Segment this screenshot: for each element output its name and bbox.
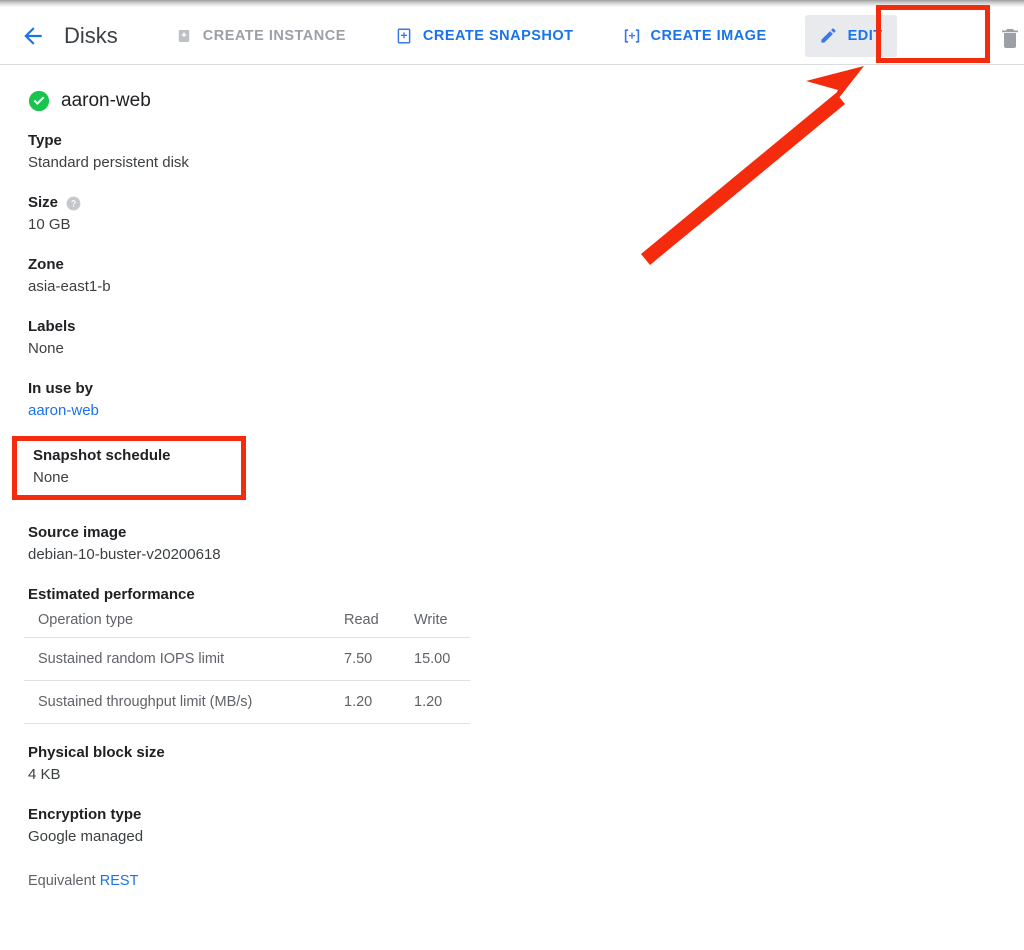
field-zone: Zone asia-east1-b: [28, 254, 1024, 298]
create-snapshot-icon: [394, 26, 414, 46]
field-size-label-text: Size: [28, 194, 59, 211]
field-labels-value: None: [28, 340, 64, 357]
field-snapshot-schedule: Snapshot schedule None: [12, 436, 246, 500]
field-zone-value: asia-east1-b: [28, 278, 111, 295]
field-encryption-type-value: Google managed: [28, 828, 144, 845]
field-physical-block-size: Physical block size 4 KB: [28, 742, 1024, 786]
field-in-use-by-label: In use by: [28, 380, 94, 397]
col-operation-type: Operation type: [24, 612, 334, 638]
create-snapshot-button[interactable]: CREATE SNAPSHOT: [384, 16, 584, 56]
field-type-label: Type: [28, 132, 62, 149]
toolbar-actions: CREATE INSTANCE CREATE SNAPSHOT CREATE I…: [164, 7, 1024, 64]
cell-operation: Sustained throughput limit (MB/s): [24, 680, 334, 724]
pencil-icon: [819, 26, 839, 46]
create-image-button[interactable]: CREATE IMAGE: [612, 16, 777, 56]
back-button[interactable]: [10, 13, 56, 59]
disk-header: aaron-web: [28, 90, 1024, 112]
field-zone-label: Zone: [28, 256, 64, 273]
col-read: Read: [334, 612, 404, 638]
field-type-value: Standard persistent disk: [28, 154, 189, 171]
field-type: Type Standard persistent disk: [28, 130, 1024, 174]
field-snapshot-schedule-label: Snapshot schedule: [33, 447, 171, 464]
field-source-image: Source image debian-10-buster-v20200618: [28, 522, 1024, 566]
table-row: Sustained random IOPS limit 7.50 15.00: [24, 637, 470, 681]
disk-detail-panel: aaron-web Type Standard persistent disk …: [0, 66, 1024, 892]
create-instance-icon: [174, 26, 194, 46]
field-physical-block-size-label: Physical block size: [28, 744, 165, 761]
trash-icon: [1002, 29, 1018, 48]
page-title: Disks: [64, 22, 118, 48]
back-arrow-icon: [24, 26, 42, 45]
field-snapshot-schedule-value: None: [33, 469, 69, 486]
edit-button[interactable]: EDIT: [804, 14, 897, 57]
field-in-use-by: In use by aaron-web: [28, 378, 1024, 422]
create-instance-label: CREATE INSTANCE: [202, 27, 346, 44]
field-encryption-type-label: Encryption type: [28, 806, 142, 823]
equivalent-label: Equivalent: [28, 873, 100, 889]
field-in-use-by-value-link[interactable]: aaron-web: [28, 400, 1024, 422]
performance-title: Estimated performance: [28, 586, 195, 603]
status-ok-icon: [28, 90, 50, 112]
create-instance-button[interactable]: CREATE INSTANCE: [164, 16, 356, 56]
cell-write: 15.00: [404, 637, 470, 681]
table-header-row: Operation type Read Write: [24, 612, 470, 638]
field-labels: Labels None: [28, 316, 1024, 360]
table-row: Sustained throughput limit (MB/s) 1.20 1…: [24, 680, 470, 724]
create-snapshot-label: CREATE SNAPSHOT: [422, 27, 574, 44]
disk-name: aaron-web: [61, 90, 151, 111]
window-chrome-strip: [0, 0, 1024, 7]
cell-read: 7.50: [334, 637, 404, 681]
cell-read: 1.20: [334, 680, 404, 724]
cell-write: 1.20: [404, 680, 470, 724]
create-image-icon: [622, 26, 642, 46]
field-physical-block-size-value: 4 KB: [28, 766, 61, 783]
field-encryption-type: Encryption type Google managed: [28, 804, 1024, 848]
field-size-label: Size: [28, 192, 1024, 214]
field-source-image-value: debian-10-buster-v20200618: [28, 546, 221, 563]
toolbar: Disks CREATE INSTANCE CREATE SNAPSHOT CR…: [0, 7, 1024, 65]
delete-button[interactable]: [998, 25, 1022, 51]
col-write: Write: [404, 612, 470, 638]
help-icon[interactable]: [66, 196, 81, 211]
field-source-image-label: Source image: [28, 524, 127, 541]
equivalent-rest-link[interactable]: REST: [100, 873, 139, 889]
field-labels-label: Labels: [28, 318, 76, 335]
edit-label: EDIT: [847, 27, 883, 44]
cell-operation: Sustained random IOPS limit: [24, 637, 334, 681]
field-size: Size 10 GB: [28, 192, 1024, 236]
field-size-value: 10 GB: [28, 216, 71, 233]
create-image-label: CREATE IMAGE: [650, 27, 767, 44]
equivalent-rest-row: Equivalent REST: [28, 870, 1024, 892]
performance-table: Operation type Read Write Sustained rand…: [24, 612, 470, 724]
